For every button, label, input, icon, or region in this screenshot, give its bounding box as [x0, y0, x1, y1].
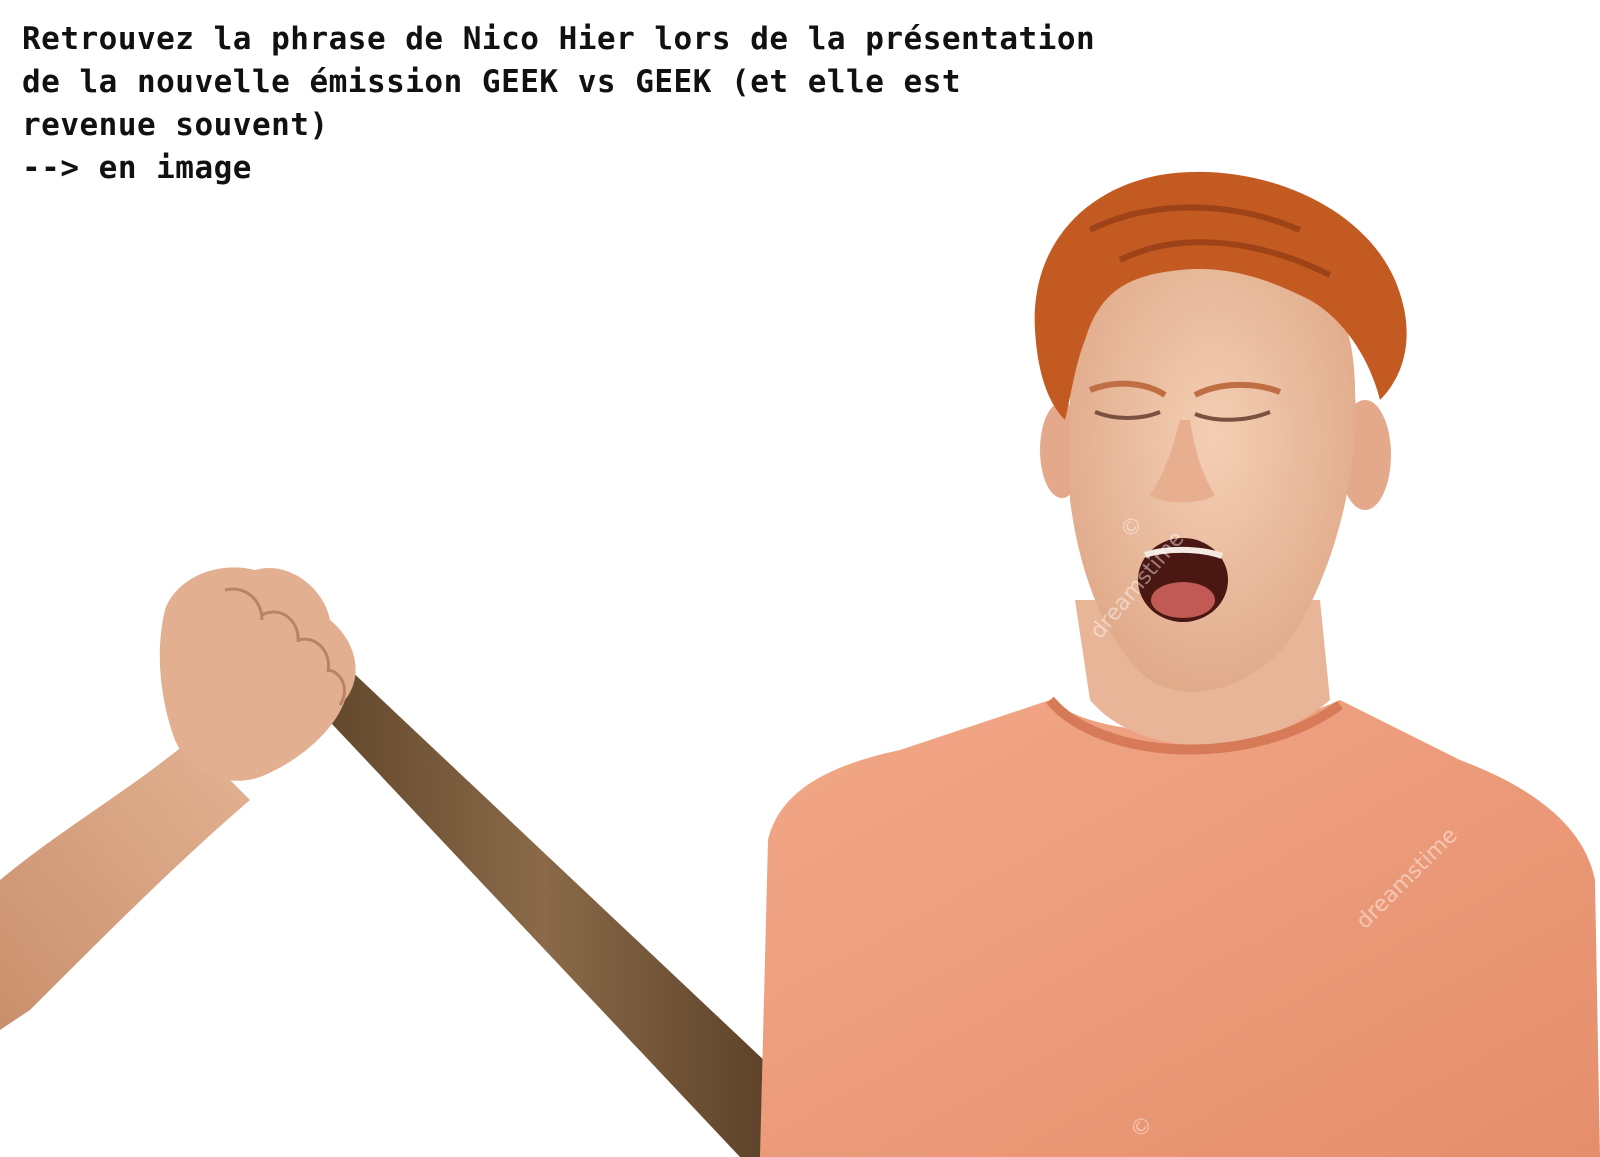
- fist: [159, 567, 356, 781]
- forearm: [0, 740, 250, 1030]
- orange-tshirt: [760, 700, 1600, 1157]
- meme-photo-scene: © dreamstime dreamstime ©: [0, 171, 1600, 1157]
- wooden-stick: [300, 665, 785, 1157]
- arm-with-stick: [0, 567, 785, 1157]
- yawning-man: © dreamstime dreamstime ©: [760, 171, 1600, 1157]
